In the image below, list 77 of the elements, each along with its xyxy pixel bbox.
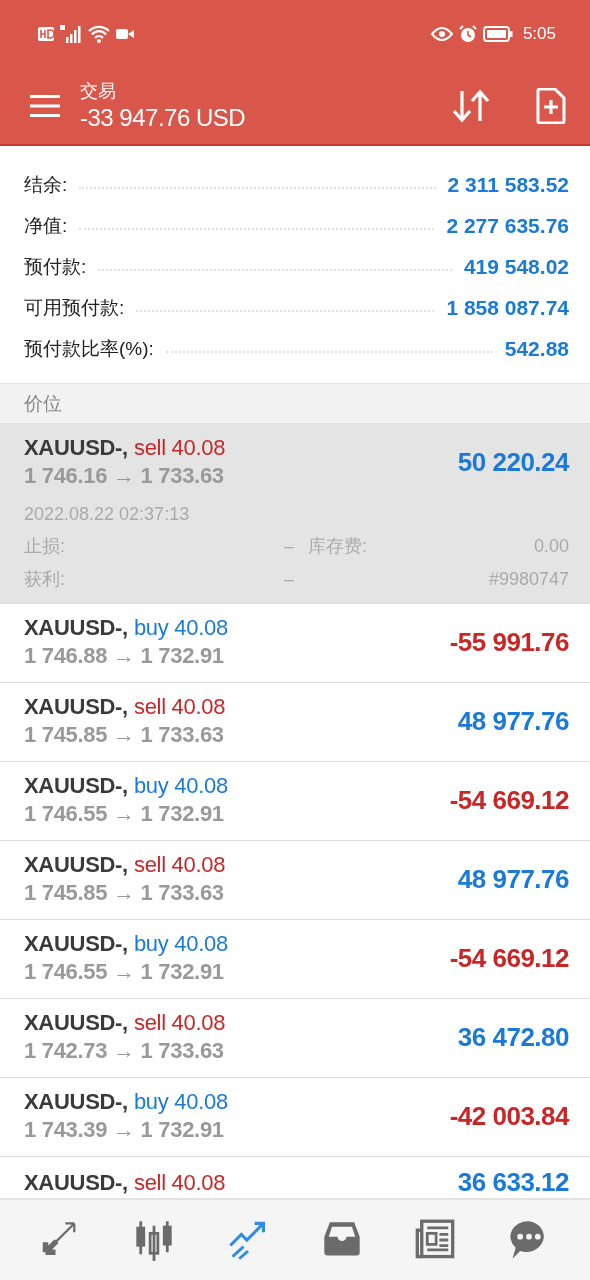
summary-value: 419 548.02 — [463, 254, 569, 279]
order-volume: sell 40.08 — [133, 1169, 226, 1195]
order-volume: buy 40.08 — [133, 615, 228, 640]
profit-value: -42 003.84 — [449, 1100, 569, 1132]
order-volume: buy 40.08 — [133, 1089, 228, 1114]
account-balance: -33 947.76 USD — [80, 103, 247, 133]
profit-value: -55 991.76 — [449, 626, 569, 658]
symbol: XAUUSD-, — [24, 931, 128, 956]
price-range: 1 745.85 → 1 733.63 — [24, 721, 225, 749]
price-range: 1 746.88 → 1 732.91 — [24, 642, 225, 670]
hd-icon — [38, 27, 54, 41]
symbol: XAUUSD-, — [24, 1089, 128, 1114]
signal-icon — [60, 25, 82, 43]
summary-label: 预付款比率(%): — [24, 336, 154, 361]
position-row[interactable]: XAUUSD-, sell 40.08 1 745.85 → 1 733.63 48 977.76 — [0, 683, 590, 762]
position-row[interactable]: XAUUSD-, sell 40.08 1 745.85 → 1 733.63 48 977.76 — [0, 841, 590, 920]
stop-loss-value: – — [283, 535, 294, 558]
price-range: 1 742.73 → 1 733.63 — [24, 1037, 225, 1065]
symbol: XAUUSD-, — [24, 615, 128, 640]
position-row[interactable]: XAUUSD-, sell 40.08 1 746.16 → 1 733.63 50 220.24 2022.08.22 02:37:13 止损: – 库存费: 0.00 获利: – #9980747 — [0, 424, 590, 604]
section-header: 价位 — [0, 383, 590, 424]
newspaper-icon[interactable] — [415, 1219, 456, 1261]
profit-value: 48 977.76 — [457, 863, 569, 895]
profit-value: 36 633.12 — [457, 1167, 569, 1198]
battery-icon — [482, 26, 513, 42]
symbol: XAUUSD-, — [24, 1010, 128, 1035]
swap-label: 库存费: — [307, 535, 368, 558]
summary-value: 2 311 583.52 — [447, 172, 569, 197]
profit-value: -54 669.12 — [449, 942, 569, 974]
position-row[interactable]: XAUUSD-, sell 40.08 1 742.73 → 1 733.63 36 472.80 — [0, 999, 590, 1078]
summary-value: 1 858 087.74 — [446, 295, 569, 320]
summary-label: 结余: — [24, 172, 68, 197]
summary-label: 净值: — [24, 213, 68, 238]
position-row[interactable]: XAUUSD-, buy 40.08 1 746.88 → 1 732.91 -55 991.76 — [0, 604, 590, 683]
order-volume: sell 40.08 — [133, 852, 226, 877]
order-volume: buy 40.08 — [133, 931, 228, 956]
symbol: XAUUSD-, — [24, 852, 128, 877]
profit-value: 50 220.24 — [457, 446, 569, 478]
wifi-icon — [88, 25, 110, 43]
stop-loss-label: 止损: — [24, 535, 66, 558]
sort-icon[interactable] — [452, 89, 490, 123]
summary-value: 542.88 — [504, 336, 569, 361]
ticket-number: #9980747 — [487, 568, 569, 591]
swap-value: 0.00 — [532, 535, 569, 558]
price-range: 1 746.55 → 1 732.91 — [24, 800, 225, 828]
position-row[interactable]: XAUUSD-, buy 40.08 1 743.39 → 1 732.91 -42 003.84 — [0, 1078, 590, 1157]
take-profit-label: 获利: — [24, 568, 66, 591]
order-volume: sell 40.08 — [133, 435, 226, 460]
profit-value: 48 977.76 — [457, 705, 569, 737]
candlestick-icon[interactable] — [134, 1219, 175, 1261]
price-range: 1 746.55 → 1 732.91 — [24, 958, 225, 986]
summary-label: 预付款: — [24, 254, 87, 279]
profit-value: -54 669.12 — [449, 784, 569, 816]
video-icon — [116, 28, 134, 40]
order-volume: sell 40.08 — [133, 1010, 226, 1035]
position-row[interactable]: XAUUSD-, buy 40.08 1 746.55 → 1 732.91 -54 669.12 — [0, 920, 590, 999]
menu-icon[interactable] — [30, 95, 60, 117]
toolbar-title: 交易 — [80, 80, 117, 103]
order-volume: buy 40.08 — [133, 773, 228, 798]
summary-value: 2 277 635.76 — [446, 213, 569, 238]
price-range: 1 746.16 → 1 733.63 — [24, 462, 225, 490]
open-time: 2022.08.22 02:37:13 — [24, 503, 191, 526]
take-profit-value: – — [283, 568, 294, 591]
symbol: XAUUSD-, — [24, 773, 128, 798]
symbol: XAUUSD-, — [24, 1169, 128, 1195]
symbol: XAUUSD-, — [24, 435, 128, 460]
alarm-icon — [458, 25, 477, 43]
status-time: 5:05 — [522, 24, 556, 44]
symbol: XAUUSD-, — [24, 694, 128, 719]
eye-icon — [430, 27, 453, 41]
summary-label: 可用预付款: — [24, 295, 125, 320]
price-range: 1 743.39 → 1 732.91 — [24, 1116, 225, 1144]
position-row[interactable]: XAUUSD-, buy 40.08 1 746.55 → 1 732.91 -54 669.12 — [0, 762, 590, 841]
order-volume: sell 40.08 — [133, 694, 226, 719]
price-range: 1 745.85 → 1 733.63 — [24, 879, 225, 907]
profit-value: 36 472.80 — [457, 1021, 569, 1053]
new-order-icon[interactable] — [536, 88, 566, 124]
